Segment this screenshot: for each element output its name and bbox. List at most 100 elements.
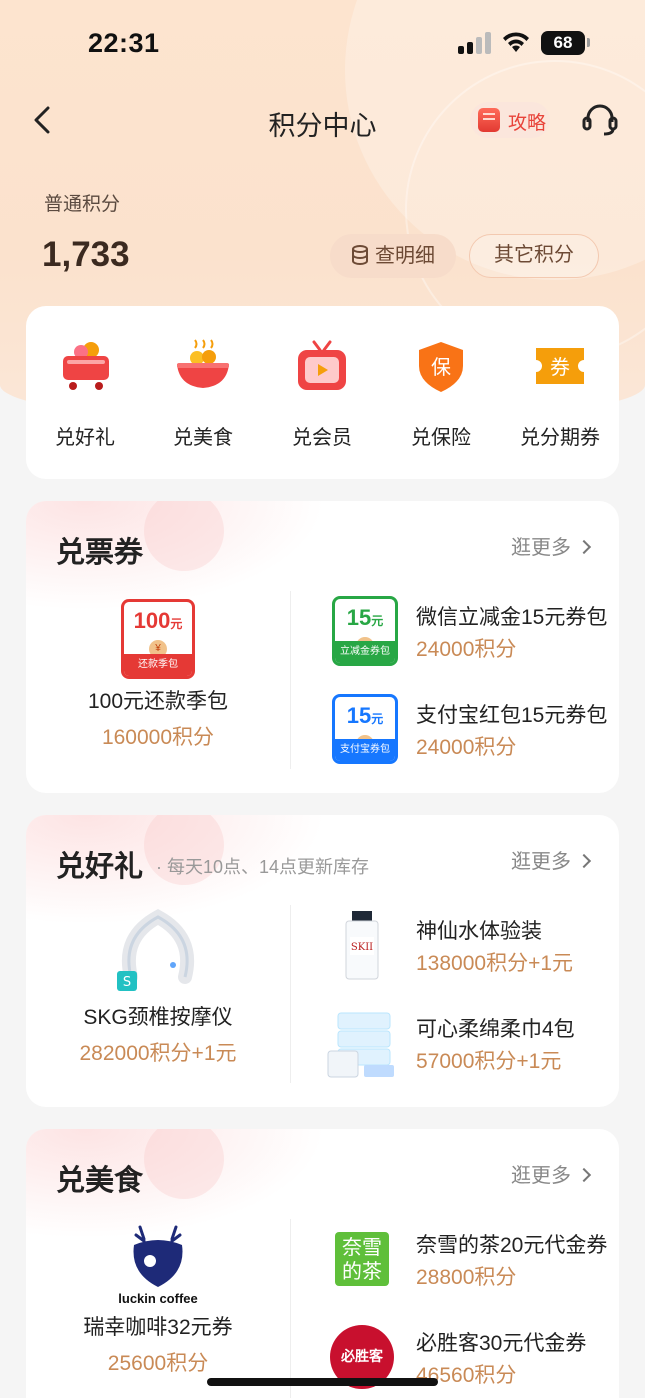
product-price: 138000积分+1元 xyxy=(416,952,574,975)
battery-level: 68 xyxy=(541,31,585,55)
badge-caption: 立减金券包 xyxy=(335,641,395,663)
product-name: 神仙水体验装 xyxy=(416,920,542,943)
svg-text:保: 保 xyxy=(431,355,451,379)
coupon-thumbnail: 15元 ¥ 支付宝券包 xyxy=(324,691,400,767)
essence-bottle-image: SKII xyxy=(345,911,379,980)
back-arrow-icon[interactable] xyxy=(26,100,60,140)
product-price: 24000积分 xyxy=(416,638,517,661)
section-subtitle: · 每天10点、14点更新库存 xyxy=(156,857,370,877)
battery-cap-icon xyxy=(587,38,590,47)
other-points-button[interactable]: 其它积分 xyxy=(469,234,599,278)
badge-unit: 元 xyxy=(170,617,183,631)
view-details-label: 查明细 xyxy=(375,245,435,267)
view-details-button[interactable]: 查明细 xyxy=(330,234,456,278)
chevron-right-icon xyxy=(576,853,592,869)
product-price: 282000积分+1元 xyxy=(79,1042,237,1065)
see-more-link[interactable]: 逛更多 xyxy=(511,845,592,874)
section-title: 兑票券 xyxy=(56,537,144,569)
gift-item[interactable]: SKII 神仙水体验装 138000积分+1元 xyxy=(324,907,614,987)
food-item[interactable]: 必胜客 必胜客30元代金券 46560积分 xyxy=(324,1319,614,1398)
product-name: 可心柔绵柔巾4包 xyxy=(416,1018,575,1041)
product-name: 微信立减金15元券包 xyxy=(416,606,608,629)
product-price: 24000积分 xyxy=(416,736,517,759)
noodle-bowl-icon xyxy=(177,339,229,388)
ticket-icon: 券 xyxy=(536,348,584,384)
neck-massager-image: S xyxy=(117,909,195,991)
shield-icon: 保 xyxy=(419,342,463,392)
product-price: 25600积分 xyxy=(107,1352,209,1375)
database-icon xyxy=(352,245,368,265)
badge-unit: 元 xyxy=(371,712,384,726)
category-label: 兑分期券 xyxy=(520,427,600,449)
featured-ticket[interactable]: 100元 ¥ 还款季包 100元还款季包 160000积分 xyxy=(26,599,290,751)
status-time: 22:31 xyxy=(88,28,160,58)
book-icon xyxy=(478,108,500,132)
tissue-pack-image xyxy=(327,1012,394,1078)
category-label: 兑保险 xyxy=(411,427,471,449)
section-title: 兑好礼 xyxy=(56,851,144,883)
product-name: 100元还款季包 xyxy=(87,690,229,713)
coupon-thumbnail: 15元 ¥ 立减金券包 xyxy=(324,593,400,669)
customer-service-headset-icon[interactable] xyxy=(580,100,620,140)
badge-amount: 100 xyxy=(133,608,171,633)
divider xyxy=(290,905,291,1083)
featured-gift[interactable]: S SKG颈椎按摩仪 282000积分+1元 xyxy=(26,907,290,1067)
wifi-icon xyxy=(503,32,529,52)
coupon-thumbnail: 100元 ¥ 还款季包 xyxy=(121,599,195,679)
ticket-item[interactable]: 15元 ¥ 支付宝券包 支付宝红包15元券包 24000积分 xyxy=(324,691,614,771)
category-label: 兑美食 xyxy=(173,427,233,449)
see-more-link[interactable]: 逛更多 xyxy=(511,531,592,560)
category-label: 兑好礼 xyxy=(55,427,115,449)
product-price: 160000积分 xyxy=(101,726,215,749)
product-price: 57000积分+1元 xyxy=(416,1050,562,1073)
category-membership[interactable]: 兑会员 xyxy=(263,336,381,450)
featured-food[interactable]: luckin coffee 瑞幸咖啡32元券 25600积分 xyxy=(26,1221,290,1377)
category-installment-coupon[interactable]: 券 兑分期券 xyxy=(501,336,619,450)
cellular-signal-icon xyxy=(458,32,492,54)
gift-item[interactable]: 可心柔绵柔巾4包 57000积分+1元 xyxy=(324,1005,614,1085)
badge-caption: 还款季包 xyxy=(124,654,192,676)
gifts-section: 兑好礼 · 每天10点、14点更新库存 逛更多 S SKG颈椎按摩仪 28200… xyxy=(26,815,619,1107)
guide-label: 攻略 xyxy=(508,113,547,134)
nayuki-logo: 奈雪 的茶 xyxy=(324,1221,400,1297)
svg-text:luckin coffee: luckin coffee xyxy=(118,1291,197,1305)
gift-cart-icon xyxy=(63,342,109,390)
divider xyxy=(290,591,291,769)
product-name: 瑞幸咖啡32元券 xyxy=(83,1316,233,1339)
badge-unit: 元 xyxy=(371,614,384,628)
product-price: 28800积分 xyxy=(416,1266,517,1289)
tickets-section: 兑票券 逛更多 100元 ¥ 还款季包 100元还款季包 160000积分 15… xyxy=(26,501,619,793)
nav-bar: 积分中心 攻略 xyxy=(0,92,645,148)
category-card: 兑好礼 兑美食 兑会员 保 兑保险 券 兑分期券 xyxy=(26,306,619,479)
category-insurance[interactable]: 保 兑保险 xyxy=(382,336,500,450)
ticket-item[interactable]: 15元 ¥ 立减金券包 微信立减金15元券包 24000积分 xyxy=(324,593,614,673)
home-indicator[interactable] xyxy=(207,1378,438,1386)
category-label: 兑会员 xyxy=(292,427,352,449)
svg-text:S: S xyxy=(123,975,131,990)
tv-icon xyxy=(298,340,346,390)
svg-text:SKII: SKII xyxy=(351,942,373,953)
see-more-label: 逛更多 xyxy=(511,537,571,559)
see-more-label: 逛更多 xyxy=(511,1165,571,1187)
badge-amount: 15 xyxy=(346,605,372,630)
see-more-link[interactable]: 逛更多 xyxy=(511,1159,592,1188)
product-name: 支付宝红包15元券包 xyxy=(416,704,608,727)
section-title: 兑美食 xyxy=(56,1165,144,1197)
category-gifts[interactable]: 兑好礼 xyxy=(26,336,144,450)
chevron-right-icon xyxy=(576,539,592,555)
category-food[interactable]: 兑美食 xyxy=(144,336,262,450)
luckin-coffee-logo: luckin coffee xyxy=(118,1225,198,1305)
food-section: 兑美食 逛更多 luckin coffee 瑞幸咖啡32元券 25600积分 奈… xyxy=(26,1129,619,1398)
product-name: SKG颈椎按摩仪 xyxy=(83,1006,233,1029)
product-name: 必胜客30元代金券 xyxy=(416,1332,587,1355)
guide-button[interactable]: 攻略 xyxy=(470,102,550,138)
badge-caption: 支付宝券包 xyxy=(335,739,395,761)
status-bar: 22:31 68 xyxy=(0,0,645,88)
product-name: 奈雪的茶20元代金券 xyxy=(416,1234,608,1257)
points-value: 1,733 xyxy=(42,235,130,274)
food-item[interactable]: 奈雪 的茶 奈雪的茶20元代金券 28800积分 xyxy=(324,1221,614,1301)
chevron-right-icon xyxy=(576,1167,592,1183)
divider xyxy=(290,1219,291,1398)
points-label: 普通积分 xyxy=(44,194,121,215)
see-more-label: 逛更多 xyxy=(511,851,571,873)
